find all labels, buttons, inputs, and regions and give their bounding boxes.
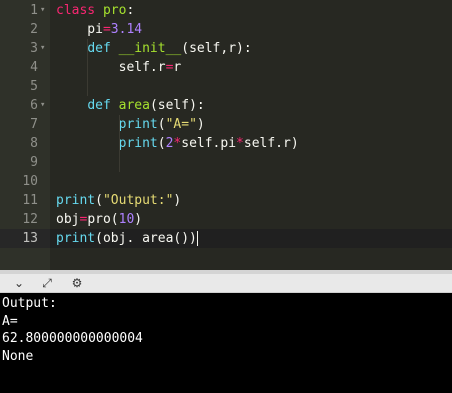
code-token: "Output:": [102, 193, 174, 208]
console-output-line: None: [2, 348, 34, 364]
code-area[interactable]: class pro: pi=3.14 def __init__(self,r):…: [50, 0, 452, 270]
line-number-label: 2: [30, 22, 38, 37]
code-token: obj: [56, 212, 80, 227]
code-line[interactable]: self.r=r: [50, 58, 452, 77]
line-number: 2: [0, 20, 50, 39]
indent-guide: [118, 115, 120, 172]
code-token: obj. area()): [102, 231, 197, 246]
code-line[interactable]: [50, 77, 452, 96]
fold-toggle-icon[interactable]: ▾: [40, 96, 45, 115]
code-token: (: [95, 193, 103, 208]
code-token: *: [236, 136, 244, 151]
line-number-label: 7: [30, 117, 38, 132]
code-line[interactable]: print(2*self.pi*self.r): [50, 134, 452, 153]
line-number-label: 4: [30, 60, 38, 75]
line-number: 13: [0, 229, 50, 248]
console-output-line: 62.800000000000004: [2, 331, 143, 346]
line-number: 5: [0, 77, 50, 96]
line-number: 8: [0, 134, 50, 153]
line-number-label: 12: [22, 212, 38, 227]
line-number: 4: [0, 58, 50, 77]
line-number: 6 ▾: [0, 96, 50, 115]
code-token: print: [56, 231, 96, 246]
line-number: 11: [0, 191, 50, 210]
code-token: ): [173, 193, 182, 208]
line-number-label: 10: [22, 174, 38, 189]
code-token: print: [118, 136, 158, 151]
code-line[interactable]: def __init__(self,r):: [50, 39, 452, 58]
code-token: (: [95, 231, 103, 246]
code-line[interactable]: class pro:: [50, 1, 452, 20]
code-token: print: [56, 193, 96, 208]
code-token: ): [196, 117, 205, 132]
code-token: 10: [118, 212, 135, 227]
code-line[interactable]: [50, 172, 452, 191]
code-token: :: [126, 3, 135, 18]
line-number-label: 1: [30, 3, 38, 18]
console-output-line: Output:: [2, 296, 57, 311]
line-number-label: 5: [30, 79, 38, 94]
line-number: 3 ▾: [0, 39, 50, 58]
indent-guide: [87, 39, 89, 96]
line-number-gutter: 1 ▾ 2 3 ▾ 4 5 6 ▾ 7 8 9 10 11 12 13: [0, 0, 50, 270]
code-token: __init__: [118, 41, 182, 56]
code-line[interactable]: [50, 153, 452, 172]
line-number-label: 13: [22, 231, 38, 246]
expand-arrows-icon[interactable]: ⤢: [38, 275, 56, 291]
code-line[interactable]: print("A="): [50, 115, 452, 134]
code-token: class: [56, 3, 103, 18]
code-line[interactable]: def area(self):: [50, 96, 452, 115]
code-token: area: [118, 98, 150, 113]
line-number: 12: [0, 210, 50, 229]
code-token: (: [157, 136, 166, 151]
code-token: "A=": [165, 117, 197, 132]
code-token: 3.14: [110, 22, 143, 37]
fold-toggle-icon[interactable]: ▾: [40, 39, 45, 58]
code-token: =: [102, 22, 111, 37]
code-line[interactable]: print("Output:"): [50, 191, 452, 210]
code-token: def: [87, 41, 119, 56]
chevron-down-icon[interactable]: ⌄: [10, 275, 28, 291]
code-token: r: [173, 60, 182, 75]
console-output-line: A=: [2, 313, 18, 329]
text-cursor: [196, 231, 198, 246]
code-line[interactable]: print(obj. area()): [50, 229, 452, 248]
code-line[interactable]: pi=3.14: [50, 20, 452, 39]
code-token: pro(: [87, 212, 119, 227]
code-token: self.r): [243, 136, 299, 151]
line-number: 9: [0, 153, 50, 172]
code-editor[interactable]: 1 ▾ 2 3 ▾ 4 5 6 ▾ 7 8 9 10 11 12 13 class pro: pi=3.14 …: [0, 0, 452, 270]
line-number-label: 9: [30, 155, 38, 170]
code-line[interactable]: obj=pro(10): [50, 210, 452, 229]
code-token: (: [157, 117, 166, 132]
line-number-label: 3: [30, 41, 38, 56]
code-token: (self,r):: [181, 41, 252, 56]
settings-icon[interactable]: ⚙: [68, 275, 86, 291]
line-number: 1 ▾: [0, 1, 50, 20]
code-token: self.pi: [181, 136, 237, 151]
code-token: ): [134, 212, 143, 227]
code-token: pro: [102, 3, 127, 18]
fold-toggle-icon[interactable]: ▾: [40, 1, 45, 20]
code-token: (self):: [149, 98, 205, 113]
line-number: 10: [0, 172, 50, 191]
line-number-label: 8: [30, 136, 38, 151]
console-output: Output: A= 62.800000000000004 None: [0, 293, 452, 393]
code-token: self.r: [56, 60, 166, 75]
line-number-label: 11: [22, 193, 38, 208]
code-token: pi: [56, 22, 103, 37]
line-number-label: 6: [30, 98, 38, 113]
line-number: 7: [0, 115, 50, 134]
code-token: def: [87, 98, 119, 113]
console-toolbar: ⌄ ⤢ ⚙: [0, 274, 452, 293]
code-token: print: [118, 117, 158, 132]
